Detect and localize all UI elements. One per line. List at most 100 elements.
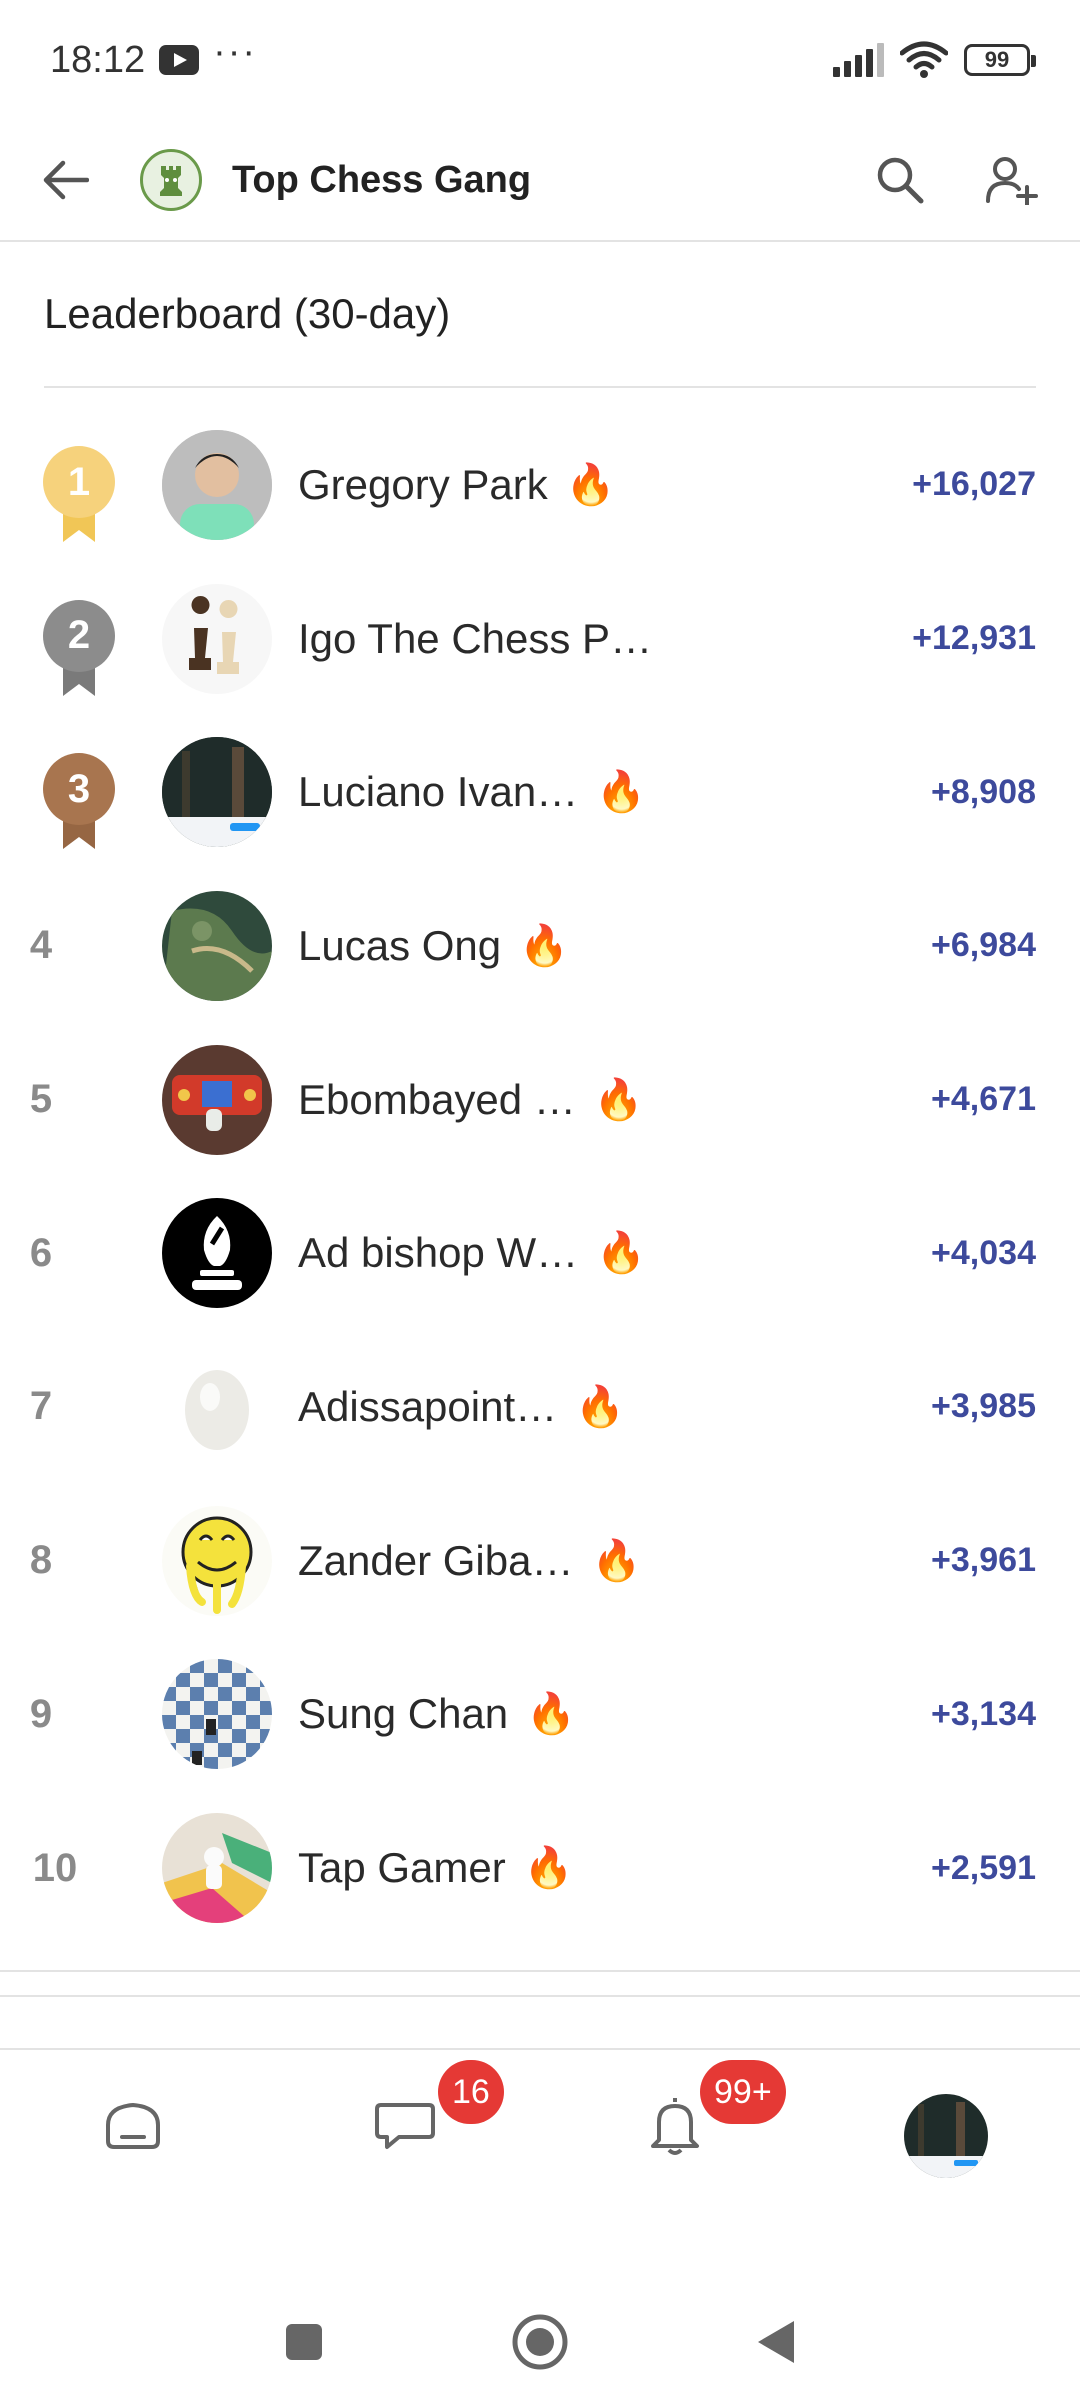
rank-cell: 7 <box>0 1330 160 1484</box>
avatar[interactable] <box>162 1351 272 1462</box>
score-value: +6,984 <box>931 926 1036 965</box>
screen: 18:12 ··· 99 Top Chess Gang Leaderboard … <box>0 0 1080 2400</box>
home-button[interactable] <box>510 2312 570 2372</box>
notifications-badge: 99+ <box>700 2060 786 2124</box>
rank-cell: 10 <box>0 1791 160 1945</box>
chess-rook-icon <box>160 166 182 196</box>
tab-profile-avatar[interactable] <box>904 2094 988 2178</box>
leaderboard-row[interactable]: 3 Luciano Ivan… 🔥 +8,908 <box>0 715 1080 869</box>
system-navigation-bar <box>0 2270 1080 2400</box>
streak-fire-icon: 🔥 <box>526 1692 576 1737</box>
avatar[interactable] <box>162 890 272 1001</box>
wifi-icon <box>900 41 948 78</box>
score-value: +8,908 <box>931 772 1036 811</box>
club-logo[interactable] <box>140 149 202 211</box>
search-button[interactable] <box>868 148 932 212</box>
tab-home[interactable] <box>88 2080 178 2170</box>
avatar[interactable] <box>162 429 272 540</box>
avatar[interactable] <box>162 1198 272 1309</box>
rank-number: 3 <box>67 766 91 811</box>
streak-fire-icon: 🔥 <box>523 1846 574 1891</box>
signal-icon <box>833 43 884 77</box>
player-name-text: Zander Giba… <box>298 1536 574 1584</box>
player-name-text: Ad bishop W… <box>298 1229 579 1277</box>
player-name-text: Gregory Park <box>298 460 548 508</box>
rank-cell: 6 <box>0 1176 160 1330</box>
add-member-icon <box>986 157 1038 205</box>
leaderboard-row[interactable]: 9 Sung Chan 🔥 +3,134 <box>0 1638 1080 1792</box>
player-name: Lucas Ong 🔥 <box>298 922 569 970</box>
back-button[interactable] <box>36 150 96 210</box>
streak-fire-icon: 🔥 <box>519 923 569 968</box>
rank-cell: 4 <box>0 869 160 1023</box>
status-bar: 18:12 ··· 99 <box>0 0 1080 120</box>
streak-fire-icon: 🔥 <box>565 462 616 507</box>
battery-icon: 99 <box>964 44 1036 76</box>
recents-square-icon <box>286 2324 322 2360</box>
player-name: Sung Chan 🔥 <box>298 1690 576 1738</box>
player-name: Zander Giba… 🔥 <box>298 1537 641 1585</box>
rank-cell: 9 <box>0 1638 160 1792</box>
bottom-tab-bar: 16 99+ <box>0 2048 1080 2218</box>
player-name-text: Tap Gamer <box>298 1844 506 1892</box>
streak-fire-icon: 🔥 <box>596 1231 646 1276</box>
streak-fire-icon: 🔥 <box>596 770 646 815</box>
player-name: Gregory Park 🔥 <box>298 461 616 509</box>
rank-number: 10 <box>32 1845 78 1890</box>
app-bar-actions <box>868 148 1044 212</box>
avatar[interactable] <box>162 1505 272 1616</box>
avatar[interactable] <box>162 1813 272 1924</box>
rank-number: 4 <box>29 923 53 968</box>
player-name: Ebombayed … 🔥 <box>298 1076 644 1124</box>
more-notifications-indicator: ··· <box>213 30 258 73</box>
chat-icon <box>375 2103 435 2149</box>
score-value: +3,985 <box>931 1387 1036 1426</box>
avatar[interactable] <box>162 583 272 694</box>
avatar[interactable] <box>162 737 272 848</box>
leaderboard-row[interactable]: 5 Ebombayed … 🔥 +4,671 <box>0 1023 1080 1177</box>
leaderboard-row[interactable]: 4 Lucas Ong 🔥 +6,984 <box>0 869 1080 1023</box>
leaderboard-title: Leaderboard (30-day) <box>44 242 1036 388</box>
player-name-text: Adissapoint… <box>298 1382 558 1430</box>
add-member-button[interactable] <box>980 148 1044 212</box>
score-value: +4,671 <box>931 1080 1036 1119</box>
streak-fire-icon: 🔥 <box>575 1384 625 1429</box>
youtube-notification-icon <box>159 45 200 75</box>
bronze-medal-icon: 3 <box>43 753 119 853</box>
status-right: 99 <box>833 41 1036 79</box>
bell-icon <box>651 2098 699 2155</box>
rank-cell: 2 <box>0 562 160 716</box>
status-time: 18:12 <box>50 38 146 81</box>
tab-messages[interactable] <box>360 2080 450 2170</box>
divider <box>0 1995 1080 1997</box>
player-name: Adissapoint… 🔥 <box>298 1383 625 1431</box>
player-name-text: Ebombayed … <box>298 1075 576 1123</box>
score-value: +3,961 <box>931 1541 1036 1580</box>
leaderboard-row[interactable]: 1 Gregory Park 🔥 +16,027 <box>0 408 1080 562</box>
score-value: +4,034 <box>931 1233 1036 1272</box>
leaderboard-row[interactable]: 10 Tap Gamer 🔥 +2,591 <box>0 1791 1080 1945</box>
streak-fire-icon: 🔥 <box>593 1077 644 1122</box>
avatar[interactable] <box>162 1659 272 1770</box>
avatar[interactable] <box>162 1044 272 1155</box>
home-circle-icon <box>512 2314 568 2370</box>
leaderboard-row[interactable]: 7 Adissapoint… 🔥 +3,985 <box>0 1330 1080 1484</box>
rank-cell: 1 <box>0 408 160 562</box>
rank-number: 9 <box>29 1691 53 1736</box>
leaderboard-row[interactable]: 2 Igo The Chess P… +12,931 <box>0 562 1080 716</box>
rank-cell: 3 <box>0 715 160 869</box>
leaderboard-row[interactable]: 8 Zander Giba… 🔥 +3,961 <box>0 1484 1080 1638</box>
score-value: +2,591 <box>931 1848 1036 1887</box>
search-icon <box>877 157 924 204</box>
rank-number: 2 <box>67 613 91 658</box>
messages-badge: 16 <box>438 2060 504 2124</box>
leaderboard-row[interactable]: 6 Ad bishop W… 🔥 +4,034 <box>0 1176 1080 1330</box>
app-bar: Top Chess Gang <box>0 120 1080 242</box>
back-arrow-icon <box>43 160 89 200</box>
back-nav-button[interactable] <box>746 2312 806 2372</box>
recents-button[interactable] <box>274 2312 334 2372</box>
silver-medal-icon: 2 <box>43 599 119 700</box>
score-value: +12,931 <box>912 619 1036 658</box>
player-name-text: Sung Chan <box>298 1690 509 1738</box>
player-name-text: Lucas Ong <box>298 921 502 969</box>
